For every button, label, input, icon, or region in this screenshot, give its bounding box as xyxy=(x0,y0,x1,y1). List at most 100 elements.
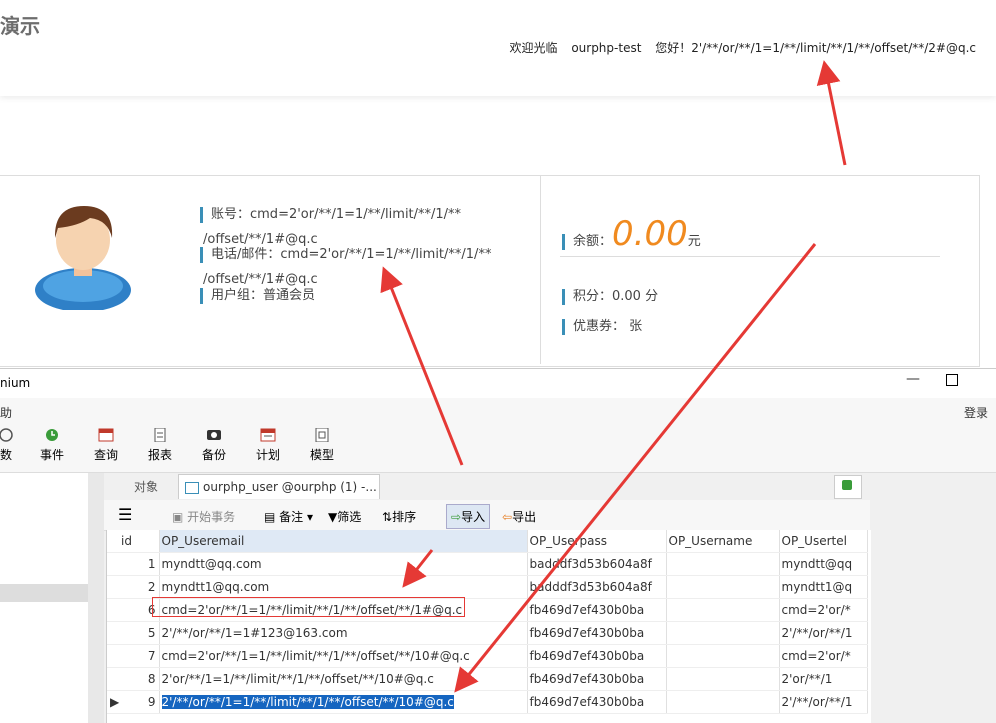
cell-id[interactable]: 8 xyxy=(107,667,160,691)
cell-tel[interactable]: cmd=2'or/* xyxy=(779,644,868,668)
column-header[interactable]: OP_Userpass xyxy=(527,530,667,553)
cell-email[interactable]: 2'/**/or/**/1=1#123@163.com xyxy=(159,621,528,645)
greeting-text: 您好！2'/**/or/**/1=1/**/limit/**/1/**/offs… xyxy=(655,41,976,55)
toolbar-backup-button[interactable]: 备份 xyxy=(194,428,234,463)
table-row[interactable]: 2 myndtt1@qq.com badddf3d53b604a8f myndt… xyxy=(107,575,868,599)
cell-tel[interactable]: 2'/**/or/**/1 xyxy=(779,690,868,714)
toolbar-query-button[interactable]: 查询 xyxy=(86,428,126,463)
event-icon xyxy=(46,429,58,441)
cell-pass[interactable]: fb469d7ef430b0ba xyxy=(527,690,667,714)
cell-email[interactable]: cmd=2'or/**/1=1/**/limit/**/1/**/offset/… xyxy=(159,644,528,668)
cell-id[interactable]: ▶ 9 xyxy=(107,690,160,714)
card-divider xyxy=(540,176,541,364)
cell-pass[interactable]: badddf3d53b604a8f xyxy=(527,575,667,599)
table-row-selected[interactable]: ▶ 9 2'/**/or/**/1=1/**/limit/**/1/**/offs… xyxy=(107,690,868,714)
report-icon xyxy=(154,428,166,442)
toolbar-event-button[interactable]: 事件 xyxy=(32,428,72,463)
maximize-icon[interactable] xyxy=(946,374,958,386)
table-row[interactable]: 1 myndtt@qq.com badddf3d53b604a8f myndtt… xyxy=(107,552,868,576)
column-header[interactable]: id xyxy=(107,530,160,553)
table-row[interactable]: 8 2'or/**/1=1/**/limit/**/1/**/offset/**… xyxy=(107,667,868,691)
cell-name[interactable] xyxy=(666,667,780,691)
export-button[interactable]: ⇦导出 xyxy=(502,508,536,525)
sort-button[interactable]: ⇅排序 xyxy=(382,508,416,525)
toolbar-model-button[interactable]: 模型 xyxy=(302,428,342,463)
grid-header: id OP_Useremail OP_Userpass OP_Username … xyxy=(107,530,868,553)
row-pointer-icon: ▶ xyxy=(110,695,120,709)
cell-pass[interactable]: fb469d7ef430b0ba xyxy=(527,667,667,691)
site-title: 演示 xyxy=(0,14,40,38)
cell-pass[interactable]: fb469d7ef430b0ba xyxy=(527,644,667,668)
cell-email[interactable]: 2'/**/or/**/1=1/**/limit/**/1/**/offset/… xyxy=(159,690,528,714)
table-row[interactable]: 7 cmd=2'or/**/1=1/**/limit/**/1/**/offse… xyxy=(107,644,868,668)
cell-id[interactable]: 2 xyxy=(107,575,160,599)
cell-email[interactable]: myndtt1@qq.com xyxy=(159,575,528,599)
add-icon xyxy=(842,480,852,490)
cell-tel[interactable]: myndtt1@q xyxy=(779,575,868,599)
column-header[interactable]: OP_Usertel xyxy=(779,530,868,553)
account-info: 账号：cmd=2'or/**/1=1/**/limit/**/1/** xyxy=(200,203,461,223)
balance-amount: 0.00 xyxy=(612,214,688,254)
cell-id[interactable]: 7 xyxy=(107,644,160,668)
cell-tel[interactable]: 2'or/**/1 xyxy=(779,667,868,691)
pane-splitter[interactable] xyxy=(88,473,104,723)
group-info: 用户组：普通会员 xyxy=(200,284,315,304)
cell-name[interactable] xyxy=(666,621,780,645)
tab-table-data[interactable]: ourphp_user @ourphp (1) -... xyxy=(178,474,380,499)
note-icon: ▤ xyxy=(264,510,280,524)
toolbar-function-button[interactable]: 数 xyxy=(0,428,26,463)
welcome-label: 欢迎光临 xyxy=(509,41,558,55)
cell-pass[interactable]: fb469d7ef430b0ba xyxy=(527,621,667,645)
highlight-box xyxy=(152,597,465,617)
cell-tel[interactable]: 2'/**/or/**/1 xyxy=(779,621,868,645)
cell-id[interactable]: 5 xyxy=(107,621,160,645)
cell-name[interactable] xyxy=(666,644,780,668)
cell-name[interactable] xyxy=(666,575,780,599)
phone-info: 电话/邮件：cmd=2'or/**/1=1/**/limit/**/1/** xyxy=(200,243,491,263)
import-button[interactable]: ⇨导入 xyxy=(446,504,491,529)
cell-pass[interactable]: fb469d7ef430b0ba xyxy=(527,598,667,622)
toolbar-report-button[interactable]: 报表 xyxy=(140,428,180,463)
menu-item-help[interactable]: 助 xyxy=(0,404,12,421)
profile-card xyxy=(0,175,980,367)
column-header[interactable]: OP_Useremail xyxy=(159,530,528,553)
menu-bar xyxy=(0,398,996,422)
balance-divider xyxy=(560,256,940,257)
balance-row: 余额：0.00元 xyxy=(562,214,701,254)
cell-tel[interactable]: cmd=2'or/* xyxy=(779,598,868,622)
backup-icon xyxy=(207,430,221,440)
query-icon xyxy=(98,428,114,442)
minimize-icon[interactable]: — xyxy=(906,371,920,387)
begin-transaction-button[interactable]: ▣ 开始事务 xyxy=(172,508,235,525)
cell-pass[interactable]: badddf3d53b604a8f xyxy=(527,552,667,576)
coupon-row: 优惠券： 张 xyxy=(562,315,642,335)
note-button[interactable]: ▤ 备注 ▾ xyxy=(264,508,313,525)
cell-name[interactable] xyxy=(666,598,780,622)
cell-email[interactable]: myndtt@qq.com xyxy=(159,552,528,576)
tab-objects[interactable]: 对象 xyxy=(116,478,176,495)
points-row: 积分：0.00 分 xyxy=(562,285,658,305)
schedule-icon xyxy=(260,428,276,442)
data-grid: id OP_Useremail OP_Userpass OP_Username … xyxy=(106,530,871,723)
table-icon xyxy=(185,481,199,494)
filter-button[interactable]: ▼筛选 xyxy=(328,508,361,525)
export-icon: ⇦ xyxy=(502,510,513,524)
toolbar-schedule-button[interactable]: 计划 xyxy=(248,428,288,463)
window-title: nium xyxy=(0,376,31,390)
cell-email[interactable]: 2'or/**/1=1/**/limit/**/1/**/offset/**/1… xyxy=(159,667,528,691)
new-tab-button[interactable] xyxy=(834,475,862,499)
cell-name[interactable] xyxy=(666,552,780,576)
login-button[interactable]: 登录 xyxy=(964,404,988,421)
welcome-bar: 欢迎光临 ourphp-test 您好！2'/**/or/**/1=1/**/l… xyxy=(499,39,976,56)
table-row[interactable]: 5 2'/**/or/**/1=1#123@163.com fb469d7ef4… xyxy=(107,621,868,645)
import-icon: ⇨ xyxy=(451,510,462,524)
site-user-link[interactable]: ourphp-test xyxy=(571,41,641,55)
cell-id[interactable]: 1 xyxy=(107,552,160,576)
avatar xyxy=(35,206,131,310)
menu-icon[interactable]: ☰ xyxy=(118,505,132,524)
column-header[interactable]: OP_Username xyxy=(666,530,780,553)
window-titlebar[interactable] xyxy=(0,368,996,399)
cell-name[interactable] xyxy=(666,690,780,714)
cell-tel[interactable]: myndtt@qq xyxy=(779,552,868,576)
object-pane-selected-row[interactable] xyxy=(0,584,88,602)
